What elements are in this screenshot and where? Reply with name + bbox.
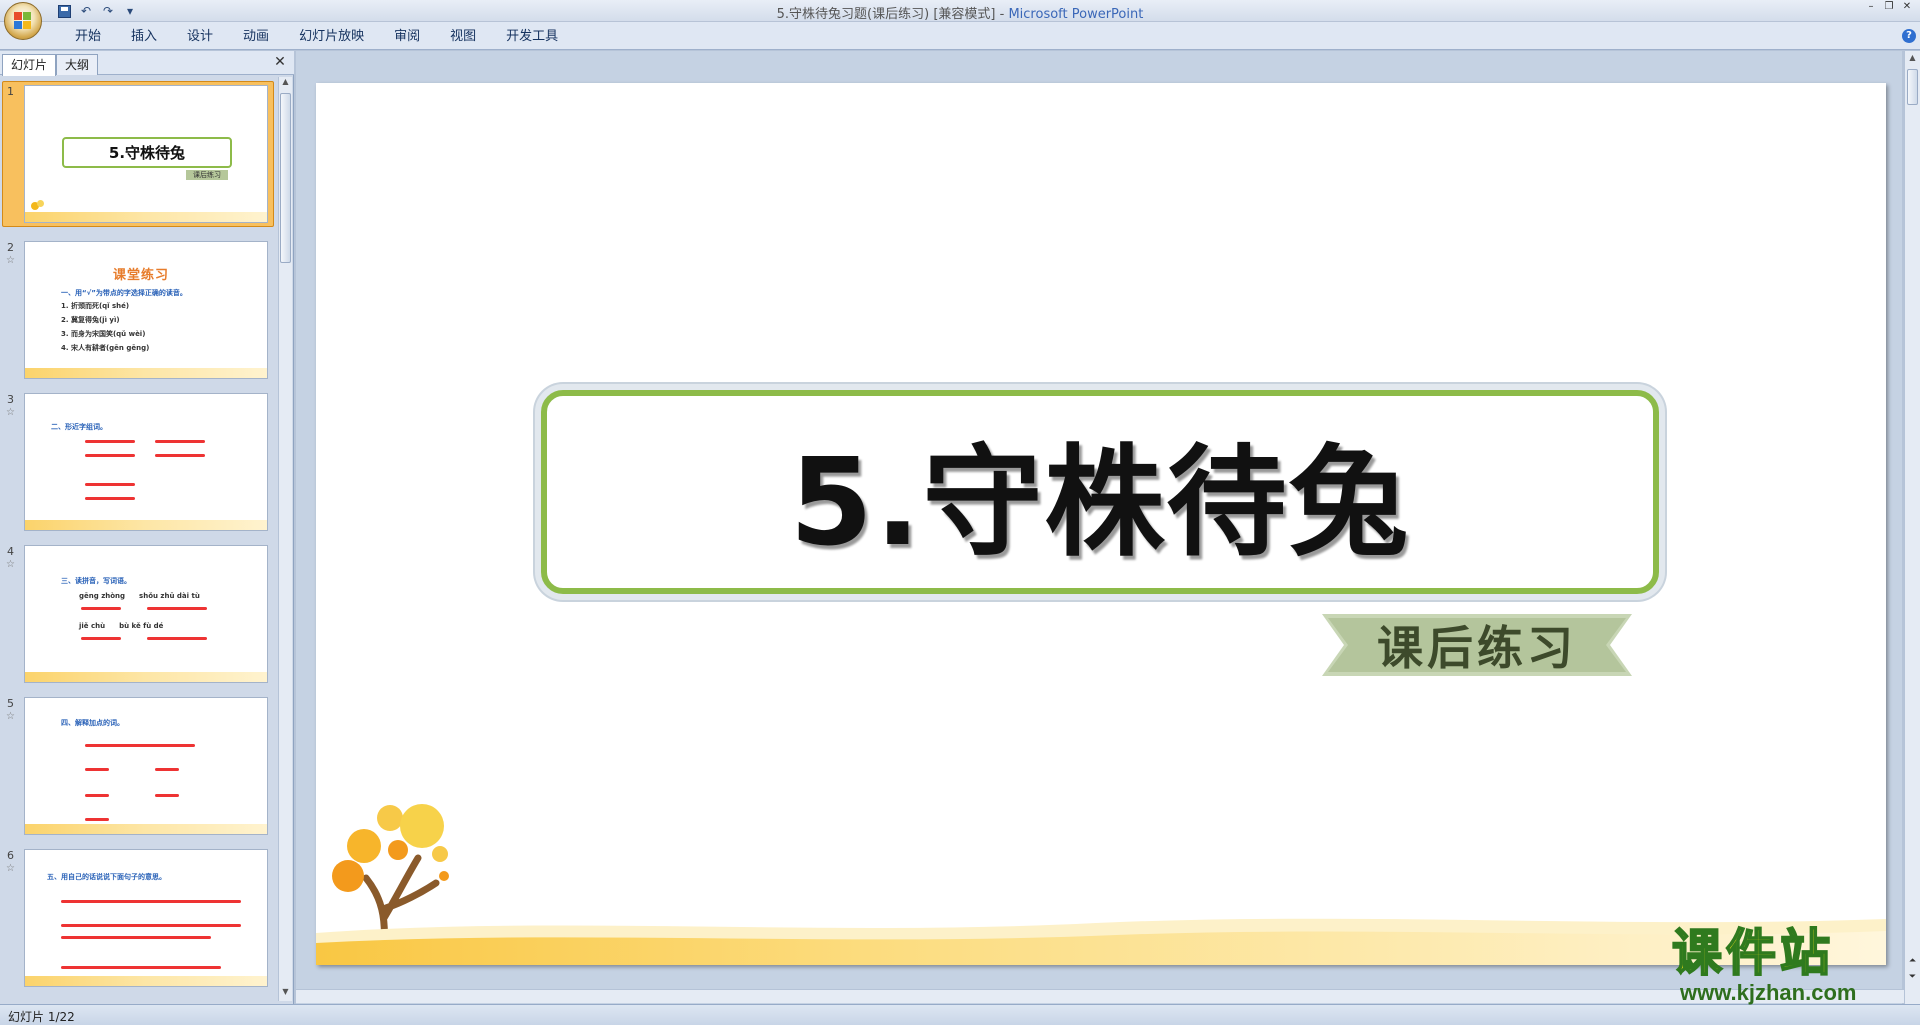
watermark-logo: 课件站 www.kjzhan.com bbox=[1671, 924, 1912, 1005]
slide-subtitle: 课后练习 bbox=[1377, 621, 1577, 675]
tab-review[interactable]: 审阅 bbox=[379, 28, 435, 46]
thumb-heading: 课堂练习 bbox=[113, 268, 170, 283]
close-icon[interactable]: ✕ bbox=[272, 54, 288, 70]
document-title: 5.守株待兔习题(课后练习) [兼容模式] bbox=[776, 7, 996, 22]
tab-insert[interactable]: 插入 bbox=[116, 28, 172, 46]
ribbon-tabs: 开始 插入 设计 动画 幻灯片放映 审阅 视图 开发工具 bbox=[60, 28, 573, 46]
watermark-url: www.kjzhan.com bbox=[1680, 980, 1857, 1005]
slide-thumbnail: 五、用自己的话说说下面句子的意思。 bbox=[24, 849, 268, 987]
ribbon: 开始 插入 设计 动画 幻灯片放映 审阅 视图 开发工具 ? bbox=[0, 22, 1920, 50]
slide-thumbnail: 5.守株待兔 课后练习 bbox=[24, 85, 268, 223]
status-bar: 幻灯片 1/22 bbox=[0, 1004, 1920, 1025]
animation-star-icon: ☆ bbox=[6, 559, 15, 570]
slide-number: 5 bbox=[7, 697, 14, 710]
slides-panel: 幻灯片 大纲 ✕ 1 5.守株待兔 课后练习 2 ☆ 课堂练习 一、用“√”为带… bbox=[0, 51, 294, 1004]
close-button[interactable]: ✕ bbox=[1900, 1, 1914, 13]
scroll-down-icon[interactable]: ▼ bbox=[279, 987, 292, 1001]
panel-tabs: 幻灯片 大纲 ✕ bbox=[0, 51, 294, 76]
tab-design[interactable]: 设计 bbox=[172, 28, 228, 46]
slide-thumbnail: 二、形近字组词。 bbox=[24, 393, 268, 531]
slide-counter: 幻灯片 1/22 bbox=[8, 1010, 75, 1024]
window-title: 5.守株待兔习题(课后练习) [兼容模式] - Microsoft PowerP… bbox=[776, 7, 1144, 22]
app-name: Microsoft PowerPoint bbox=[1008, 7, 1144, 22]
tab-animations[interactable]: 动画 bbox=[228, 28, 284, 46]
slide-thumbnail: 课堂练习 一、用“√”为带点的字选择正确的读音。 1. 折颈而死(qǐ shé)… bbox=[24, 241, 268, 379]
animation-star-icon: ☆ bbox=[6, 863, 15, 874]
slide-thumbnail: 三、读拼音，写词语。 gēng zhòng shǒu zhū dài tù ji… bbox=[24, 545, 268, 683]
help-icon[interactable]: ? bbox=[1902, 29, 1916, 43]
title-placeholder[interactable]: 5.守株待兔 bbox=[541, 390, 1659, 594]
thumb-title: 5.守株待兔 bbox=[62, 137, 232, 168]
slide-number: 4 bbox=[7, 545, 14, 558]
slide-number: 3 bbox=[7, 393, 14, 406]
thumbnail-list: 1 5.守株待兔 课后练习 2 ☆ 课堂练习 一、用“√”为带点的字选择正确的读… bbox=[0, 77, 278, 1001]
thumbnail-scrollbar[interactable]: ▲ ▼ bbox=[278, 77, 292, 1001]
thumb-subtitle: 课后练习 bbox=[186, 170, 228, 180]
title-bar: ↶ ↷ ▾ 5.守株待兔习题(课后练习) [兼容模式] - Microsoft … bbox=[0, 0, 1920, 22]
window-controls: – ❐ ✕ bbox=[1864, 1, 1914, 13]
horizontal-scrollbar[interactable] bbox=[296, 989, 1904, 1003]
slide-canvas[interactable]: 5.守株待兔 课后练习 bbox=[316, 83, 1886, 965]
subtitle-banner[interactable]: 课后练习 bbox=[1322, 614, 1632, 676]
scroll-up-icon[interactable]: ▲ bbox=[1906, 53, 1919, 65]
animation-star-icon: ☆ bbox=[6, 407, 15, 418]
watermark-brand: 课件站 bbox=[1671, 924, 1834, 982]
slide-title: 5.守株待兔 bbox=[789, 434, 1411, 573]
slide-thumbnail: 四、解释加点的词。 bbox=[24, 697, 268, 835]
slide-scrollbar[interactable]: ▲ ⏶ ⏷ bbox=[1904, 51, 1920, 1004]
slide-number: 6 bbox=[7, 849, 14, 862]
scroll-thumb[interactable] bbox=[1907, 69, 1918, 105]
office-button[interactable] bbox=[4, 2, 42, 40]
animation-star-icon: ☆ bbox=[6, 255, 15, 266]
tab-developer[interactable]: 开发工具 bbox=[491, 28, 573, 46]
tab-view[interactable]: 视图 bbox=[435, 28, 491, 46]
office-logo-icon bbox=[14, 12, 32, 30]
scroll-thumb[interactable] bbox=[280, 93, 291, 263]
slide-number: 1 bbox=[7, 85, 14, 98]
tab-home[interactable]: 开始 bbox=[60, 28, 116, 46]
scroll-up-icon[interactable]: ▲ bbox=[279, 77, 292, 91]
minimize-button[interactable]: – bbox=[1864, 1, 1878, 13]
tab-slideshow[interactable]: 幻灯片放映 bbox=[284, 28, 379, 46]
animation-star-icon: ☆ bbox=[6, 711, 15, 722]
slide-number: 2 bbox=[7, 241, 14, 254]
tab-slides[interactable]: 幻灯片 bbox=[2, 54, 57, 76]
bottom-wave-decoration bbox=[316, 918, 1886, 965]
tab-outline[interactable]: 大纲 bbox=[56, 54, 99, 75]
restore-button[interactable]: ❐ bbox=[1882, 1, 1896, 13]
slide-editor: 5.守株待兔 课后练习 bbox=[296, 51, 1902, 1004]
